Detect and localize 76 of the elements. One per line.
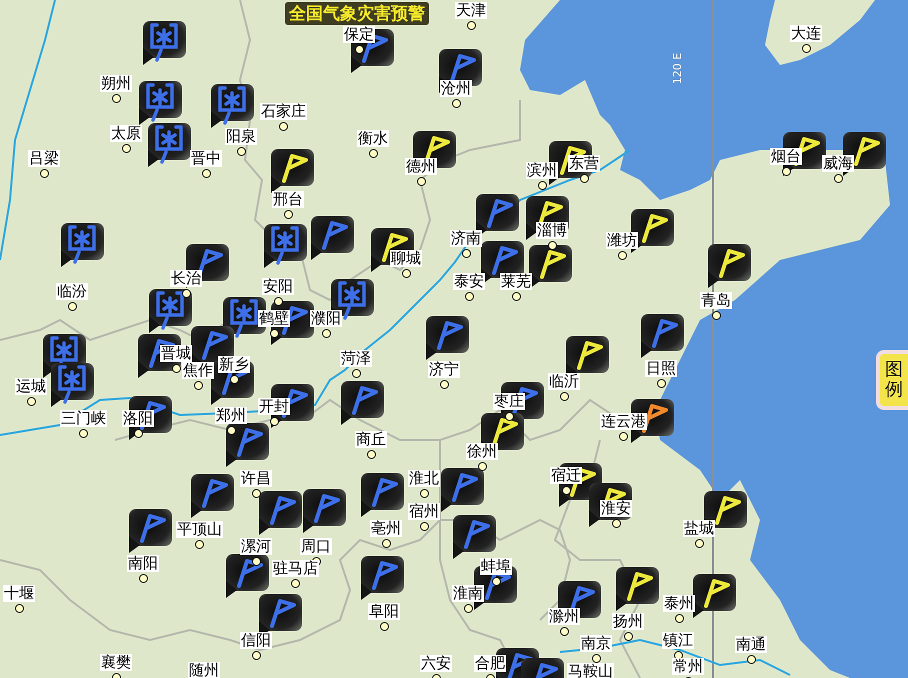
city-label: 驻马店 [272, 560, 319, 577]
city-label: 鹤壁 [258, 310, 290, 327]
meridian-label: 120 E [671, 52, 684, 84]
map-title: 全国气象灾害预警 [285, 2, 429, 25]
city-label: 莱芜 [500, 273, 532, 290]
city-label: 济宁 [428, 361, 460, 378]
city-label: 蚌埠 [480, 558, 512, 575]
city-label: 十堰 [3, 585, 35, 602]
city-label: 六安 [420, 655, 452, 672]
city-label: 镇江 [662, 632, 694, 649]
city-label: 阜阳 [368, 603, 400, 620]
city-label: 三门峡 [60, 410, 107, 427]
city-label: 淄博 [536, 222, 568, 239]
city-label: 宿州 [408, 503, 440, 520]
city-label: 东营 [568, 155, 600, 172]
city-label: 焦作 [182, 362, 214, 379]
city-label: 马鞍山 [567, 663, 614, 678]
city-label: 石家庄 [260, 103, 307, 120]
city-label: 滨州 [526, 162, 558, 179]
city-label: 合肥 [474, 655, 506, 672]
city-label: 许昌 [240, 470, 272, 487]
city-label: 南通 [735, 636, 767, 653]
city-label: 邢台 [272, 191, 304, 208]
city-label: 枣庄 [493, 393, 525, 410]
city-label: 阳泉 [225, 128, 257, 145]
city-label: 盐城 [683, 520, 715, 537]
city-label: 临沂 [548, 373, 580, 390]
city-label: 运城 [15, 378, 47, 395]
city-label: 襄樊 [100, 654, 132, 671]
city-label: 淮安 [600, 500, 632, 517]
city-label: 徐州 [466, 443, 498, 460]
city-label: 濮阳 [310, 310, 342, 327]
city-label: 周口 [300, 538, 332, 555]
city-label: 日照 [645, 360, 677, 377]
city-label: 开封 [258, 398, 290, 415]
city-label: 漯河 [240, 538, 272, 555]
city-label: 保定 [343, 26, 375, 43]
city-label: 郑州 [215, 407, 247, 424]
city-label: 天津 [455, 2, 487, 19]
city-label: 新乡 [218, 356, 250, 373]
city-label: 聊城 [390, 250, 422, 267]
city-label: 宿迁 [550, 467, 582, 484]
city-label: 南京 [580, 635, 612, 652]
city-label: 吕梁 [28, 150, 60, 167]
city-label: 烟台 [770, 148, 802, 165]
city-label: 安阳 [262, 278, 294, 295]
city-label: 大连 [790, 25, 822, 42]
city-label: 晋中 [190, 150, 222, 167]
city-label: 朔州 [100, 75, 132, 92]
city-label: 晋城 [160, 345, 192, 362]
city-label: 太原 [110, 125, 142, 142]
city-label: 沧州 [440, 80, 472, 97]
city-label: 衡水 [357, 130, 389, 147]
city-label: 随州 [188, 662, 220, 678]
city-label: 亳州 [370, 520, 402, 537]
city-label: 泰安 [453, 273, 485, 290]
city-label: 连云港 [600, 413, 647, 430]
city-label: 滁州 [548, 608, 580, 625]
city-label: 长治 [170, 270, 202, 287]
city-label: 商丘 [355, 431, 387, 448]
city-label: 临汾 [56, 283, 88, 300]
city-label: 南阳 [127, 555, 159, 572]
city-label: 常州 [672, 658, 704, 675]
city-label: 平顶山 [176, 521, 223, 538]
city-label: 菏泽 [340, 350, 372, 367]
city-label: 泰州 [663, 595, 695, 612]
city-label: 青岛 [700, 292, 732, 309]
city-label: 德州 [405, 158, 437, 175]
city-label: 济南 [450, 230, 482, 247]
city-label: 信阳 [240, 632, 272, 649]
city-label: 淮南 [452, 585, 484, 602]
city-label: 潍坊 [606, 232, 638, 249]
city-label: 洛阳 [122, 410, 154, 427]
city-label: 淮北 [408, 470, 440, 487]
city-label: 扬州 [612, 613, 644, 630]
city-label: 威海 [822, 155, 854, 172]
